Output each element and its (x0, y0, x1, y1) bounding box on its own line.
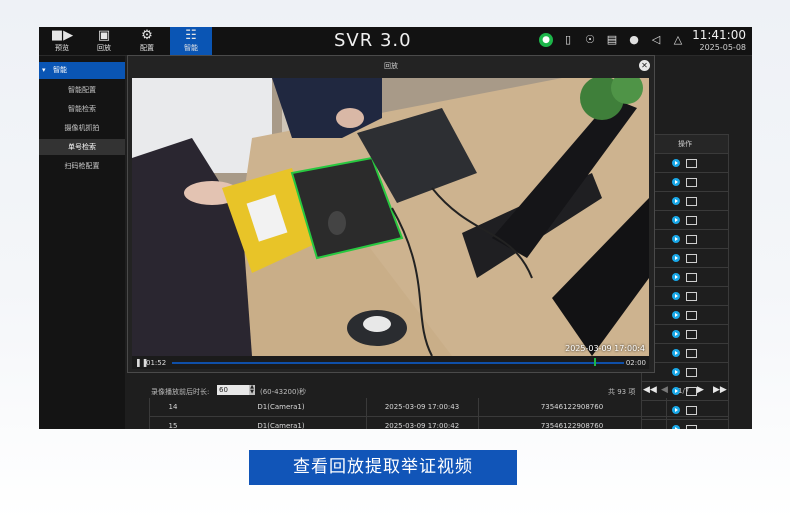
sidebar-item-smart-search[interactable]: 智能检索 (39, 101, 125, 117)
row-channel: D1(Camera1) (196, 417, 367, 429)
keyboard-icon[interactable]: ▤ (605, 33, 619, 47)
duration-stepper[interactable]: ▲ ▼ (249, 385, 255, 395)
duration-label: 录像播放前后时长: (151, 388, 210, 396)
download-icon[interactable] (686, 330, 697, 339)
play-icon[interactable] (672, 197, 680, 205)
prev-page-icon[interactable]: ◀ (661, 385, 668, 395)
clock-date: 2025-05-08 (699, 43, 747, 52)
download-icon[interactable] (686, 254, 697, 263)
nav-config-button[interactable]: ⚙ 配置 (126, 27, 168, 55)
sidebar-header-smart[interactable]: ▾ 智能 (39, 62, 125, 79)
download-icon[interactable] (686, 292, 697, 301)
row-code: 73546122908760 (478, 417, 667, 429)
playback-dialog: 回放 ✕ 2025-03-09 17:00:4 ❚❚ 01:52 02:00 (127, 55, 655, 373)
next-page-icon[interactable]: ▶ (697, 385, 704, 395)
close-icon[interactable]: ✕ (639, 60, 650, 71)
sidebar-item-order-search[interactable]: 单号检索 (39, 139, 125, 155)
globe-icon[interactable]: ☉ (583, 33, 597, 47)
camera-icon: ■▶ (50, 28, 74, 43)
download-icon[interactable] (686, 368, 697, 377)
clock-time: 11:41:00 (692, 28, 746, 42)
download-icon[interactable] (686, 311, 697, 320)
table-row[interactable]: 15 D1(Camera1) 2025-03-09 17:00:42 73546… (149, 417, 728, 429)
sidebar-item-smart-config[interactable]: 智能配置 (39, 82, 125, 98)
nav-preview-button[interactable]: ■▶ 预览 (41, 27, 83, 55)
play-icon[interactable] (672, 349, 680, 357)
play-icon[interactable] (672, 273, 680, 281)
play-icon[interactable] (672, 254, 680, 262)
row-code: 73546122908760 (478, 398, 667, 416)
row-index: 15 (168, 422, 178, 429)
video-scene (132, 78, 649, 356)
total-time: 02:00 (625, 359, 646, 367)
sidebar-header-label: 智能 (53, 66, 67, 74)
first-page-icon[interactable]: ◀◀ (643, 385, 657, 395)
playback-controls: ❚❚ 01:52 02:00 (132, 356, 649, 369)
play-icon[interactable] (672, 368, 680, 376)
play-icon[interactable] (672, 235, 680, 243)
speaker-icon[interactable]: ◁ (649, 33, 663, 47)
sidebar-item-scanner-config[interactable]: 扫码枪配置 (39, 158, 125, 174)
play-icon[interactable] (672, 216, 680, 224)
row-time: 2025-03-09 17:00:43 (366, 398, 479, 416)
page-indicator: 1/7 (678, 387, 690, 395)
alarm-icon[interactable]: △ (671, 33, 685, 47)
download-icon[interactable] (686, 159, 697, 168)
app-title: SVR 3.0 (334, 30, 412, 51)
progress-marker[interactable] (594, 358, 596, 366)
download-icon[interactable] (686, 349, 697, 358)
gear-icon: ⚙ (141, 28, 153, 43)
playback-icon: ▣ (97, 28, 111, 43)
download-icon[interactable] (686, 197, 697, 206)
play-icon[interactable] (672, 292, 680, 300)
footer-bar: 录像播放前后时长: ▲▼ (60-43200)秒 共 93 项 ◀◀ ◀ 1/7… (125, 383, 752, 400)
duration-range: (60-43200)秒 (260, 388, 307, 396)
nav-playback-label: 回放 (97, 44, 111, 52)
play-icon[interactable] (672, 330, 680, 338)
download-icon[interactable] (686, 178, 697, 187)
video-frame[interactable]: 2025-03-09 17:00:4 (132, 78, 649, 356)
caption-banner: 查看回放提取举证视频 (249, 450, 517, 485)
table-row[interactable]: 14 D1(Camera1) 2025-03-09 17:00:43 73546… (149, 398, 728, 417)
smart-search-icon: ☷ (185, 28, 197, 43)
row-index: 14 (168, 403, 178, 411)
nav-playback-button[interactable]: ▣ 回放 (83, 27, 125, 55)
play-icon[interactable] (672, 178, 680, 186)
sidebar: ▾ 智能 智能配置 智能检索 摄像机抓拍 单号检索 扫码枪配置 (39, 56, 125, 429)
play-icon[interactable] (672, 159, 680, 167)
download-icon[interactable] (686, 216, 697, 225)
download-icon[interactable] (686, 235, 697, 244)
dvr-screen: ■▶ 预览 ▣ 回放 ⚙ 配置 ☷ 智能 SVR 3.0 ● ▯ ☉ ▤ ● ◁… (39, 27, 752, 429)
phone-icon[interactable]: ▯ (561, 33, 575, 47)
current-time: 01:52 (146, 359, 167, 367)
expand-icon: ▾ (42, 66, 46, 74)
person-online-icon[interactable]: ● (539, 33, 553, 47)
dialog-title: 回放 (384, 62, 398, 70)
nav-preview-label: 预览 (55, 44, 69, 52)
video-timestamp: 2025-03-09 17:00:4 (565, 344, 645, 353)
download-icon[interactable] (686, 273, 697, 282)
top-bar: ■▶ 预览 ▣ 回放 ⚙ 配置 ☷ 智能 SVR 3.0 ● ▯ ☉ ▤ ● ◁… (39, 27, 752, 56)
sidebar-item-camera-capture[interactable]: 摄像机抓拍 (39, 120, 125, 136)
play-icon[interactable] (672, 311, 680, 319)
last-page-icon[interactable]: ▶▶ (713, 385, 727, 395)
mic-icon[interactable]: ● (627, 33, 641, 47)
progress-track[interactable] (172, 362, 624, 364)
duration-input[interactable] (217, 385, 253, 395)
nav-config-label: 配置 (140, 44, 154, 52)
nav-smart-button[interactable]: ☷ 智能 (170, 27, 212, 55)
total-count: 共 93 项 (608, 388, 636, 396)
row-channel: D1(Camera1) (196, 398, 367, 416)
nav-smart-label: 智能 (184, 44, 198, 52)
row-time: 2025-03-09 17:00:42 (366, 417, 479, 429)
